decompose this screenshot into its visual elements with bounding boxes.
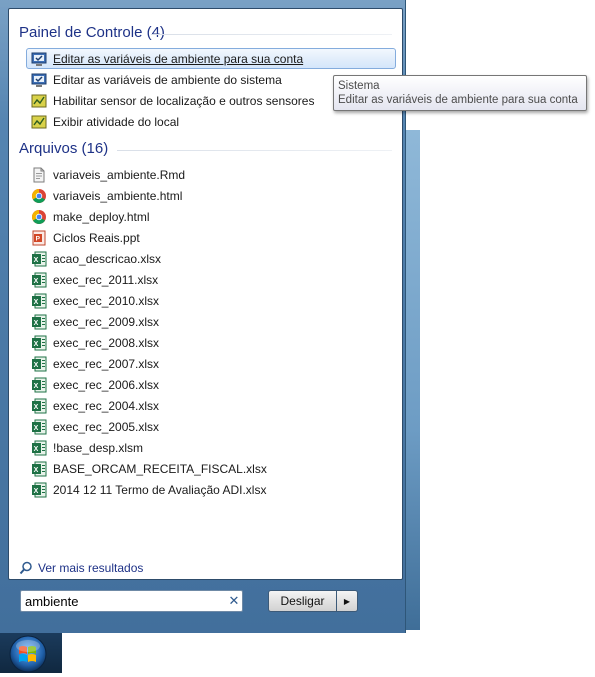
result-label: Editar as variáveis de ambiente para sua… (53, 51, 304, 66)
excel-icon: X (31, 482, 47, 498)
file-result-item[interactable]: Xexec_rec_2008.xlsx (26, 332, 396, 353)
file-result-label: acao_descricao.xlsx (53, 251, 162, 266)
file-result-label: exec_rec_2005.xlsx (53, 419, 160, 434)
svg-text:P: P (36, 235, 41, 242)
file-result-label: make_deploy.html (53, 209, 150, 224)
excel-icon: X (31, 440, 47, 456)
excel-icon: X (31, 419, 47, 435)
document-icon (31, 167, 47, 183)
file-result-item[interactable]: X BASE_ORCAM_RECEITA_FISCAL.xlsx (26, 458, 396, 479)
start-orb-icon[interactable] (8, 634, 48, 674)
see-more-results-label: Ver mais resultados (38, 561, 144, 575)
file-result-item[interactable]: Xexec_rec_2011.xlsx (26, 269, 396, 290)
system-properties-icon (31, 51, 47, 67)
result-location-activity[interactable]: Exibir atividade do local (26, 111, 396, 132)
file-result-label: variaveis_ambiente.Rmd (53, 167, 186, 182)
location-sensor-icon (31, 114, 47, 130)
file-result-item[interactable]: Xexec_rec_2004.xlsx (26, 395, 396, 416)
svg-text:X: X (34, 467, 39, 474)
excel-icon: X (31, 356, 47, 372)
file-result-label: 2014 12 11 Termo de Avaliação ADI.xlsx (53, 482, 267, 497)
result-edit-env-user[interactable]: Editar as variáveis de ambiente para sua… (26, 48, 396, 69)
file-result-label: exec_rec_2011.xlsx (53, 272, 159, 287)
group-title-files[interactable]: Arquivos (16) (19, 140, 108, 157)
svg-text:X: X (34, 404, 39, 411)
svg-text:X: X (34, 257, 39, 264)
system-properties-icon (31, 72, 47, 88)
file-result-item[interactable]: variaveis_ambiente.Rmd (26, 164, 396, 185)
see-more-results-link[interactable]: Ver mais resultados (19, 561, 143, 575)
shutdown-button[interactable]: Desligar (268, 590, 337, 612)
file-result-label: variaveis_ambiente.html (53, 188, 183, 203)
file-result-item[interactable]: Xexec_rec_2010.xlsx (26, 290, 396, 311)
svg-text:X: X (34, 341, 39, 348)
desktop-icon-fragment (405, 130, 420, 630)
group-divider (117, 150, 392, 151)
svg-text:X: X (34, 278, 39, 285)
shutdown-control: Desligar ▶ (268, 590, 358, 612)
tooltip: Sistema Editar as variáveis de ambiente … (333, 75, 587, 111)
file-result-label: exec_rec_2008.xlsx (53, 335, 160, 350)
powerpoint-icon: P (31, 230, 47, 246)
svg-text:X: X (34, 320, 39, 327)
search-input[interactable] (21, 592, 226, 610)
file-result-item[interactable]: X 2014 12 11 Termo de Avaliação ADI.xlsx (26, 479, 396, 500)
file-result-label: Ciclos Reais.ppt (53, 230, 140, 245)
file-result-label: exec_rec_2006.xlsx (53, 377, 160, 392)
location-sensor-icon (31, 93, 47, 109)
file-result-item[interactable]: Xexec_rec_2005.xlsx (26, 416, 396, 437)
file-result-item[interactable]: Xacao_descricao.xlsx (26, 248, 396, 269)
group-title-control-panel[interactable]: Painel de Controle (4) (19, 24, 165, 41)
excel-icon: X (31, 461, 47, 477)
tooltip-title: Sistema (338, 80, 380, 92)
excel-icon: X (31, 293, 47, 309)
file-result-label: exec_rec_2010.xlsx (53, 293, 160, 308)
svg-text:X: X (34, 488, 39, 495)
svg-text:X: X (34, 425, 39, 432)
svg-text:X: X (34, 446, 39, 453)
svg-text:X: X (34, 299, 39, 306)
excel-icon: X (31, 398, 47, 414)
search-icon (19, 561, 32, 575)
tooltip-description: Editar as variáveis de ambiente para sua… (338, 94, 578, 106)
chrome-icon (31, 188, 47, 204)
excel-icon: X (31, 251, 47, 267)
chevron-right-icon[interactable]: ▶ (337, 590, 358, 612)
excel-icon: X (31, 314, 47, 330)
clear-icon[interactable]: ✕ (226, 593, 242, 609)
file-result-label: exec_rec_2009.xlsx (53, 314, 160, 329)
file-result-item[interactable]: Xexec_rec_2006.xlsx (26, 374, 396, 395)
file-result-label: !base_desp.xlsm (53, 440, 144, 455)
excel-icon: X (31, 377, 47, 393)
group-divider (151, 34, 392, 35)
file-result-item[interactable]: variaveis_ambiente.html (26, 185, 396, 206)
file-result-label: BASE_ORCAM_RECEITA_FISCAL.xlsx (53, 461, 267, 476)
result-label: Editar as variáveis de ambiente do siste… (53, 72, 282, 87)
result-label: Habilitar sensor de localização e outros… (53, 93, 315, 108)
file-result-item[interactable]: P Ciclos Reais.ppt (26, 227, 396, 248)
result-label: Exibir atividade do local (53, 114, 180, 129)
file-result-item[interactable]: Xexec_rec_2007.xlsx (26, 353, 396, 374)
chrome-icon (31, 209, 47, 225)
svg-text:X: X (34, 362, 39, 369)
excel-icon: X (31, 272, 47, 288)
file-result-label: exec_rec_2004.xlsx (53, 398, 160, 413)
svg-text:X: X (34, 383, 39, 390)
file-result-item[interactable]: Xexec_rec_2009.xlsx (26, 311, 396, 332)
excel-icon: X (31, 335, 47, 351)
file-result-item[interactable]: X !base_desp.xlsm (26, 437, 396, 458)
file-result-item[interactable]: make_deploy.html (26, 206, 396, 227)
file-result-label: exec_rec_2007.xlsx (53, 356, 160, 371)
search-box[interactable]: ✕ (20, 590, 243, 612)
